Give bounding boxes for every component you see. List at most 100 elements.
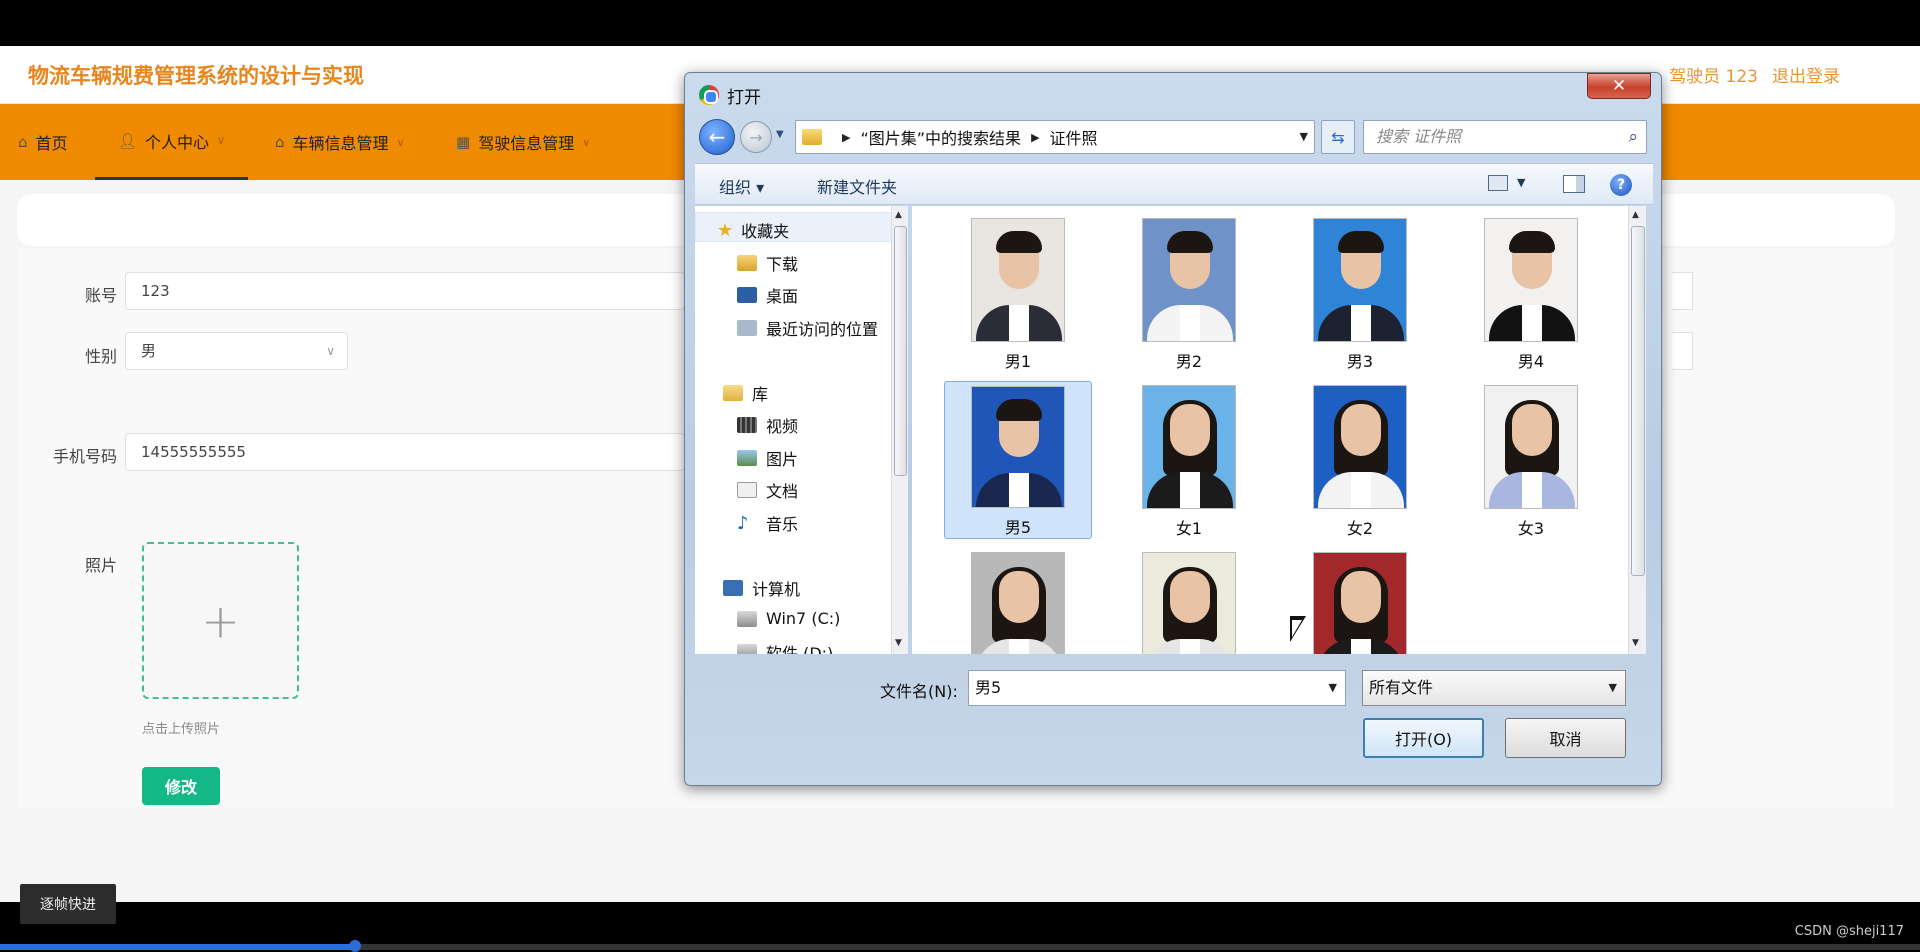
hair-shape bbox=[1509, 231, 1555, 253]
sidebar-label: 视频 bbox=[766, 417, 799, 436]
account-input[interactable]: 123 bbox=[125, 272, 685, 310]
logout-link[interactable]: 退出登录 bbox=[1772, 62, 1840, 87]
forward-button[interactable]: → bbox=[740, 121, 772, 153]
open-button[interactable]: 打开(O) bbox=[1363, 718, 1484, 758]
chevron-right-icon[interactable]: ▶ bbox=[842, 131, 850, 144]
shirt-shape bbox=[1522, 472, 1542, 508]
phone-label: 手机号码 bbox=[52, 447, 117, 466]
shirt-shape bbox=[1351, 472, 1371, 508]
phone-input[interactable]: 14555555555 bbox=[125, 433, 685, 471]
sidebar-scrollbar[interactable]: ▲ ▼ bbox=[891, 206, 908, 654]
account-label: 账号 bbox=[84, 286, 117, 305]
chevron-right-icon[interactable]: ▶ bbox=[1031, 131, 1039, 144]
preview-pane-icon[interactable] bbox=[1563, 175, 1585, 193]
file-list-scrollbar[interactable]: ▲ ▼ bbox=[1628, 206, 1646, 654]
sidebar-item-libraries[interactable]: 库 bbox=[723, 381, 768, 405]
chrome-icon bbox=[699, 85, 719, 105]
chevron-down-icon[interactable]: ▼ bbox=[1300, 130, 1308, 143]
sidebar-item-downloads[interactable]: 下载 bbox=[737, 251, 798, 275]
nav-driving-label: 驾驶信息管理 bbox=[478, 134, 575, 153]
address-segment-folder[interactable]: 证件照 bbox=[1050, 125, 1098, 149]
file-tile[interactable] bbox=[944, 548, 1092, 654]
view-icon[interactable] bbox=[1488, 175, 1508, 191]
cancel-button[interactable]: 取消 bbox=[1505, 718, 1626, 758]
nav-driving[interactable]: ▦ 驾驶信息管理 ∨ bbox=[456, 104, 590, 180]
file-tile[interactable]: 男5 bbox=[944, 381, 1092, 539]
search-icon[interactable]: ⌕ bbox=[1628, 121, 1638, 153]
scroll-thumb[interactable] bbox=[894, 226, 907, 476]
refresh-button[interactable]: ⇆ bbox=[1321, 120, 1355, 154]
sidebar-item-drive-c[interactable]: Win7 (C:) bbox=[737, 609, 840, 628]
sidebar-item-desktop[interactable]: 桌面 bbox=[737, 283, 798, 307]
chevron-down-icon[interactable]: ▼ bbox=[1517, 176, 1525, 189]
user-name-link[interactable]: 驾驶员 123 bbox=[1669, 62, 1758, 87]
file-tile[interactable]: 男4 bbox=[1457, 214, 1605, 372]
new-folder-button[interactable]: 新建文件夹 bbox=[817, 174, 897, 198]
photo-thumbnail bbox=[1484, 218, 1578, 342]
arrow-right-icon: → bbox=[749, 127, 763, 147]
gender-select[interactable]: 男 ∨ bbox=[125, 332, 348, 370]
nav-home[interactable]: ⌂ 首页 bbox=[18, 104, 68, 180]
sidebar-item-videos[interactable]: 视频 bbox=[737, 413, 798, 437]
sidebar-label: 桌面 bbox=[766, 287, 799, 306]
address-segment-search[interactable]: “图片集”中的搜索结果 bbox=[860, 125, 1021, 149]
file-name: 男1 bbox=[1004, 352, 1032, 371]
face-shape bbox=[1341, 404, 1381, 456]
video-progress-knob[interactable] bbox=[349, 940, 362, 952]
file-tile[interactable] bbox=[1115, 548, 1263, 654]
chevron-down-icon: ∨ bbox=[396, 135, 405, 149]
account-input-end bbox=[1672, 272, 1693, 310]
face-shape bbox=[1170, 404, 1210, 456]
filetype-select[interactable]: 所有文件 ▼ bbox=[1362, 670, 1626, 706]
dialog-toolbar: 组织 ▾ 新建文件夹 ▼ ? bbox=[695, 163, 1653, 205]
help-icon[interactable]: ? bbox=[1610, 174, 1632, 196]
nav-vehicle[interactable]: ⌂ 车辆信息管理 ∨ bbox=[275, 104, 405, 180]
filename-label: 文件名(N): bbox=[880, 682, 958, 701]
sidebar-item-music[interactable]: ♪ 音乐 bbox=[737, 511, 798, 535]
organize-button[interactable]: 组织 ▾ bbox=[719, 174, 764, 198]
face-shape bbox=[1341, 571, 1381, 623]
sidebar-item-recent[interactable]: 最近访问的位置 bbox=[737, 316, 878, 340]
video-progress-fill bbox=[0, 944, 356, 950]
file-tile[interactable]: 男1 bbox=[944, 214, 1092, 372]
scroll-up-icon[interactable]: ▲ bbox=[895, 210, 902, 220]
file-name: 男2 bbox=[1175, 352, 1203, 371]
nav-profile[interactable]: 👤︎ 个人中心 ∨ bbox=[95, 104, 248, 180]
photo-thumbnail bbox=[1142, 385, 1236, 509]
back-button[interactable]: ← bbox=[699, 119, 735, 155]
file-tile[interactable]: 女3 bbox=[1457, 381, 1605, 539]
scroll-up-icon[interactable]: ▲ bbox=[1632, 210, 1639, 220]
sidebar-item-computer[interactable]: 计算机 bbox=[723, 576, 800, 600]
submit-button[interactable]: 修改 bbox=[142, 767, 220, 805]
file-tile[interactable]: 男3 bbox=[1286, 214, 1434, 372]
upload-tip: 点击上传照片 bbox=[142, 722, 221, 737]
file-tile[interactable]: 女2 bbox=[1286, 381, 1434, 539]
gender-value: 男 bbox=[141, 342, 157, 360]
search-input[interactable]: 搜索 证件照 ⌕ bbox=[1363, 120, 1647, 154]
home-icon: ⌂ bbox=[18, 133, 28, 151]
sidebar-label: 图片 bbox=[766, 450, 799, 469]
photo-upload-box[interactable]: + bbox=[142, 542, 299, 699]
watermark: CSDN @sheji117 bbox=[1794, 924, 1904, 939]
file-tile[interactable] bbox=[1286, 548, 1434, 654]
sidebar-item-documents[interactable]: 文档 bbox=[737, 478, 798, 502]
scroll-down-icon[interactable]: ▼ bbox=[895, 638, 902, 648]
file-tile[interactable]: 女1 bbox=[1115, 381, 1263, 539]
chevron-down-icon[interactable]: ▼ bbox=[1329, 671, 1337, 705]
sidebar-item-drive-d[interactable]: 软件 (D:) bbox=[737, 640, 833, 654]
close-button[interactable]: ✕ bbox=[1587, 73, 1651, 99]
scroll-down-icon[interactable]: ▼ bbox=[1632, 638, 1639, 648]
filename-input[interactable]: 男5 ▼ bbox=[968, 670, 1346, 706]
grid-icon: ▦ bbox=[456, 133, 471, 151]
history-dropdown-icon[interactable]: ▼ bbox=[776, 129, 784, 140]
sidebar-label: 计算机 bbox=[752, 580, 801, 599]
frame-step-button[interactable]: 逐帧快进 bbox=[20, 884, 116, 924]
nav-home-label: 首页 bbox=[35, 134, 68, 153]
scroll-thumb[interactable] bbox=[1631, 226, 1645, 576]
shirt-shape bbox=[1351, 639, 1371, 654]
dialog-title: 打开 bbox=[727, 88, 761, 108]
file-tile[interactable]: 男2 bbox=[1115, 214, 1263, 372]
sidebar-item-pictures[interactable]: 图片 bbox=[737, 446, 798, 470]
address-bar[interactable]: ▶ “图片集”中的搜索结果 ▶ 证件照 ▼ bbox=[795, 120, 1315, 154]
sidebar-item-favorites[interactable]: ★ 收藏夹 bbox=[717, 218, 789, 242]
